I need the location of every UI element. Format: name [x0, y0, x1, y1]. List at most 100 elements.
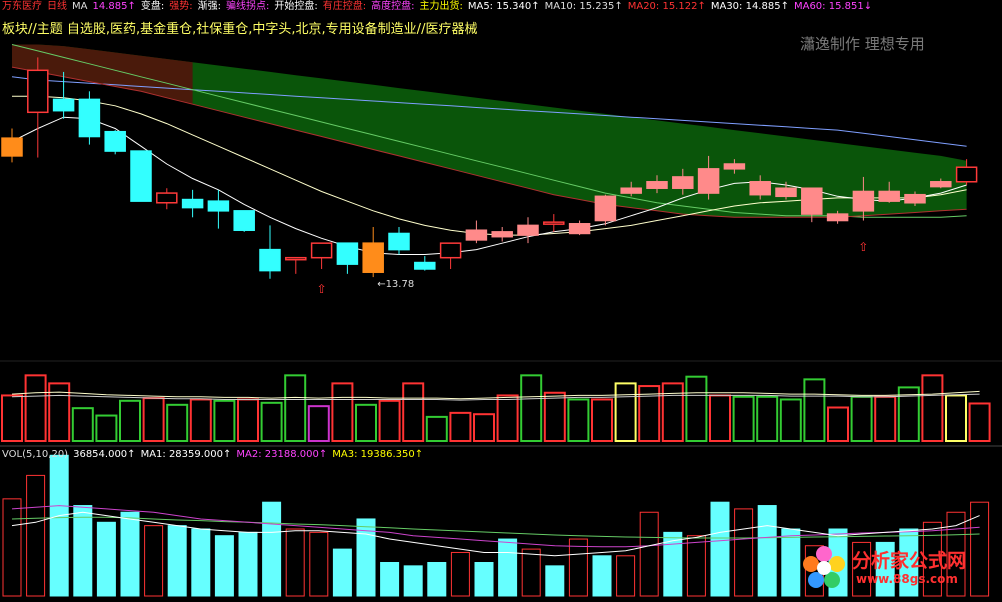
volume-bar: [238, 531, 258, 597]
signal-bar: [709, 394, 731, 443]
block-text: 板块//主题 自选股,医药,基金重仓,社保重仓,中字头,北京,专用设备制造业//…: [2, 22, 478, 37]
candle-body: [388, 232, 410, 251]
signal-bar: [71, 407, 94, 443]
candle-body: [156, 192, 178, 204]
candle-body: [259, 248, 281, 272]
signal-bar: [189, 398, 212, 442]
candle-body: [826, 213, 849, 222]
header-item-4: 变盘:: [140, 1, 165, 12]
candle-body: [465, 229, 488, 241]
volume-bar: [734, 508, 754, 597]
header-item-14: MA20: 15.122↑: [627, 1, 706, 12]
volume-bar: [214, 535, 234, 597]
candle-body: [620, 187, 642, 194]
candle-body: [749, 181, 771, 196]
signal-bar: [968, 402, 991, 443]
volume-bar: [403, 565, 423, 597]
chart-stage: ←13.78 ⇧ ⇧: [0, 0, 1002, 598]
signal-bar: [166, 403, 189, 443]
header-item-16: MA60: 15.851↓: [793, 1, 873, 12]
signal-bar: [520, 374, 543, 442]
signal-bar: [945, 394, 967, 443]
signal-bar: [449, 411, 472, 442]
volume-bar: [757, 505, 777, 597]
volume-header: VOL(5,10,20) 36854.000↑ MA1: 28359.000↑ MA2…: [2, 448, 428, 461]
signal-bar: [355, 403, 377, 443]
header-item-5: 强势:: [169, 1, 193, 12]
logo-url: www.88gs.com: [856, 572, 958, 586]
header-item-13: MA10: 15.235↑: [544, 1, 623, 12]
header-item-7: 骗线拐点:: [225, 1, 270, 12]
low-price-label: ←13.78: [377, 279, 414, 290]
signal-bar: [213, 399, 236, 442]
signal-bar: [732, 395, 755, 442]
candle-body: [672, 176, 694, 189]
volume-bar: [144, 525, 164, 597]
signal-bar: [237, 398, 259, 442]
signal-bar: [425, 415, 448, 443]
signal-bar: [779, 398, 802, 442]
signal-bar: [567, 398, 590, 442]
volume-bar: [262, 501, 282, 597]
volume-bar: [710, 501, 730, 597]
signal-bar: [614, 382, 637, 443]
signal-bar: [284, 374, 307, 442]
signal-bar: [119, 399, 141, 442]
signal-bar: [24, 374, 47, 442]
candle-body: [207, 200, 230, 212]
volume-bar: [96, 521, 116, 597]
candle-body: [930, 181, 952, 188]
candle-body: [362, 242, 384, 273]
volume-bar: [73, 505, 93, 597]
candle-body: [491, 231, 513, 238]
volume-bar: [498, 538, 518, 597]
candle-body: [78, 98, 101, 138]
volume-bar: [521, 548, 541, 597]
header-item-12: MA5: 15.340↑: [467, 1, 540, 12]
candle-body: [904, 193, 926, 204]
flower-icon: [803, 546, 845, 588]
volume-bar: [191, 528, 211, 597]
candle-body: [181, 198, 204, 209]
signal-bar: [543, 391, 566, 443]
volume-bar: [592, 555, 612, 597]
volume-bar: [616, 555, 636, 597]
header-item-15: MA30: 14.885↑: [710, 1, 789, 12]
logo-title: 分析家公式网: [852, 550, 967, 572]
volume-header-item-1: 36854.000↑: [73, 449, 136, 460]
candle-body: [646, 181, 668, 189]
candle-body: [414, 261, 436, 270]
candle-body: [955, 166, 978, 183]
signal-bar: [661, 382, 684, 443]
signal-bar: [260, 401, 283, 442]
candle-body: [568, 223, 591, 235]
signal-bar: [142, 397, 165, 442]
signal-bar: [874, 395, 897, 442]
header-item-9: 有庄控盘:: [322, 1, 367, 12]
header-item-6: 渐强:: [197, 1, 221, 12]
volume-bar: [332, 548, 352, 597]
volume-bar: [568, 538, 588, 597]
volume-bar: [309, 531, 329, 597]
header-item-8: 开始控盘:: [274, 1, 318, 12]
candle-body: [594, 195, 617, 222]
signal-bar: [685, 375, 708, 442]
signal-bar: [591, 398, 613, 442]
volume-bar: [380, 562, 400, 597]
candle-body: [1, 137, 23, 157]
signal-bar: [827, 406, 849, 442]
volume-header-item-4: MA3: 19386.350↑: [332, 449, 424, 460]
candle-body: [801, 187, 823, 215]
volume-header-item-2: MA1: 28359.000↑: [140, 449, 232, 460]
volume-bar: [2, 498, 22, 597]
header-item-3: 14.885↑: [92, 1, 136, 12]
candle-body: [310, 242, 333, 259]
signal-bar: [473, 413, 495, 443]
candle-body: [336, 242, 359, 265]
site-logo: 分析家公式网 www.88gs.com: [800, 542, 998, 594]
signal-bar: [496, 394, 519, 443]
volume-bar: [639, 511, 659, 597]
candle-body: [439, 242, 462, 259]
volume-bar: [26, 474, 46, 597]
chart-canvas: ←13.78 ⇧ ⇧: [0, 44, 1002, 597]
